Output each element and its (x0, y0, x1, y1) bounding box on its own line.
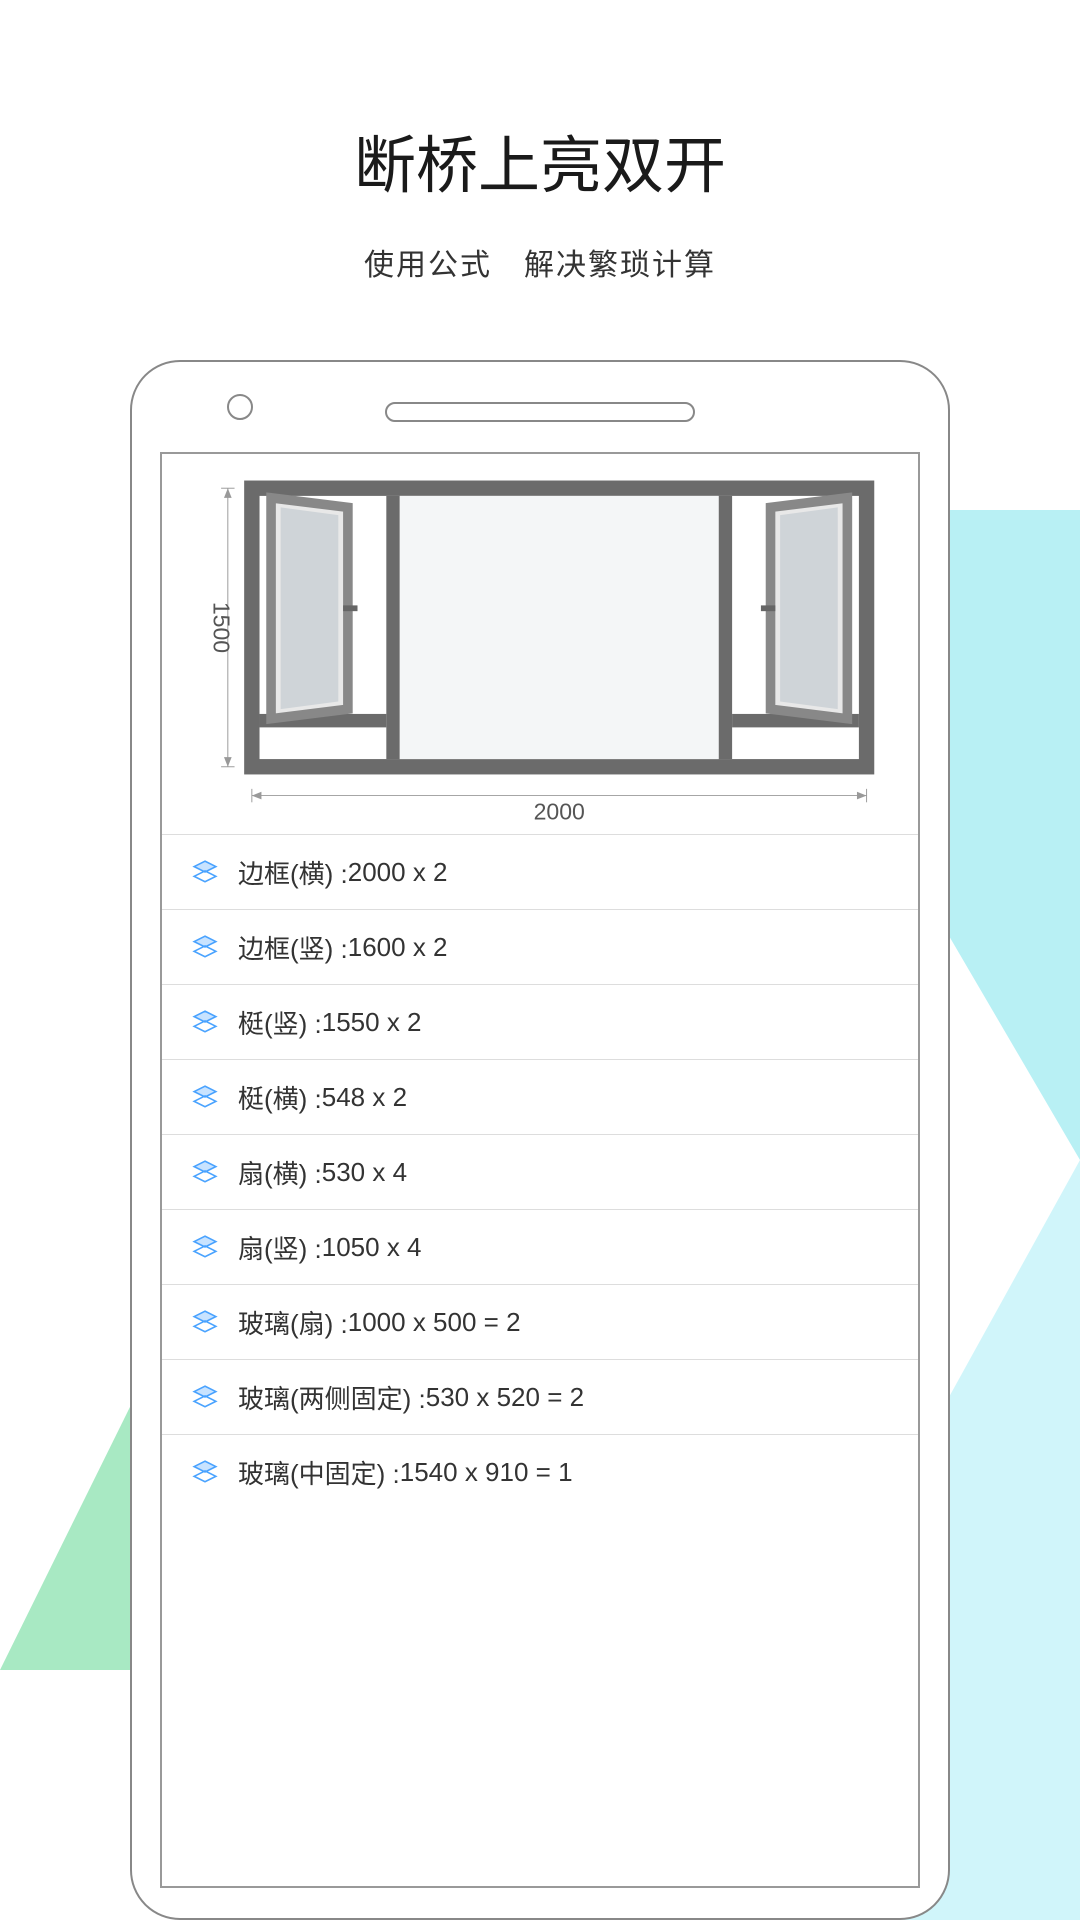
layers-icon (192, 859, 218, 885)
list-item[interactable]: 玻璃(两侧固定) : 530 x 520 = 2 (162, 1359, 918, 1434)
layers-icon (192, 1459, 218, 1485)
row-label: 扇(竖) : (238, 1229, 322, 1266)
row-value: 530 x 4 (322, 1157, 407, 1188)
list-item[interactable]: 玻璃(中固定) : 1540 x 910 = 1 (162, 1434, 918, 1509)
spec-list: 边框(横) : 2000 x 2 边框(竖) : 1600 x 2 梃(竖) :… (162, 834, 918, 1509)
row-label: 边框(横) : (238, 854, 348, 891)
list-item[interactable]: 梃(横) : 548 x 2 (162, 1059, 918, 1134)
page-title: 断桥上亮双开 (0, 115, 1080, 205)
camera-icon (227, 394, 253, 420)
list-item[interactable]: 边框(竖) : 1600 x 2 (162, 909, 918, 984)
row-label: 玻璃(两侧固定) : (238, 1379, 426, 1416)
row-value: 1000 x 500 = 2 (348, 1307, 521, 1338)
row-value: 530 x 520 = 2 (426, 1382, 584, 1413)
list-item[interactable]: 扇(横) : 530 x 4 (162, 1134, 918, 1209)
speaker-icon (385, 402, 695, 422)
list-item[interactable]: 扇(竖) : 1050 x 4 (162, 1209, 918, 1284)
row-label: 边框(竖) : (238, 929, 348, 966)
row-value: 1600 x 2 (348, 932, 448, 963)
list-item[interactable]: 边框(横) : 2000 x 2 (162, 834, 918, 909)
list-item[interactable]: 梃(竖) : 1550 x 2 (162, 984, 918, 1059)
page-subtitle: 使用公式 解决繁琐计算 (0, 240, 1080, 284)
phone-top (132, 362, 948, 452)
layers-icon (192, 1159, 218, 1185)
row-label: 扇(横) : (238, 1154, 322, 1191)
row-label: 玻璃(扇) : (238, 1304, 348, 1341)
row-value: 1550 x 2 (322, 1007, 422, 1038)
row-value: 548 x 2 (322, 1082, 407, 1113)
phone-frame: 1500 2000 (130, 360, 950, 1920)
layers-icon (192, 1009, 218, 1035)
layers-icon (192, 1384, 218, 1410)
phone-screen: 1500 2000 (160, 452, 920, 1888)
row-label: 梃(竖) : (238, 1004, 322, 1041)
row-value: 1050 x 4 (322, 1232, 422, 1263)
layers-icon (192, 1309, 218, 1335)
height-label: 1500 (208, 602, 234, 653)
row-value: 1540 x 910 = 1 (400, 1457, 573, 1488)
window-diagram: 1500 2000 (162, 454, 918, 834)
list-item[interactable]: 玻璃(扇) : 1000 x 500 = 2 (162, 1284, 918, 1359)
row-label: 玻璃(中固定) : (238, 1454, 400, 1491)
layers-icon (192, 1234, 218, 1260)
layers-icon (192, 934, 218, 960)
row-value: 2000 x 2 (348, 857, 448, 888)
width-label: 2000 (534, 799, 585, 825)
row-label: 梃(横) : (238, 1079, 322, 1116)
window-svg: 1500 2000 (182, 469, 898, 834)
layers-icon (192, 1084, 218, 1110)
